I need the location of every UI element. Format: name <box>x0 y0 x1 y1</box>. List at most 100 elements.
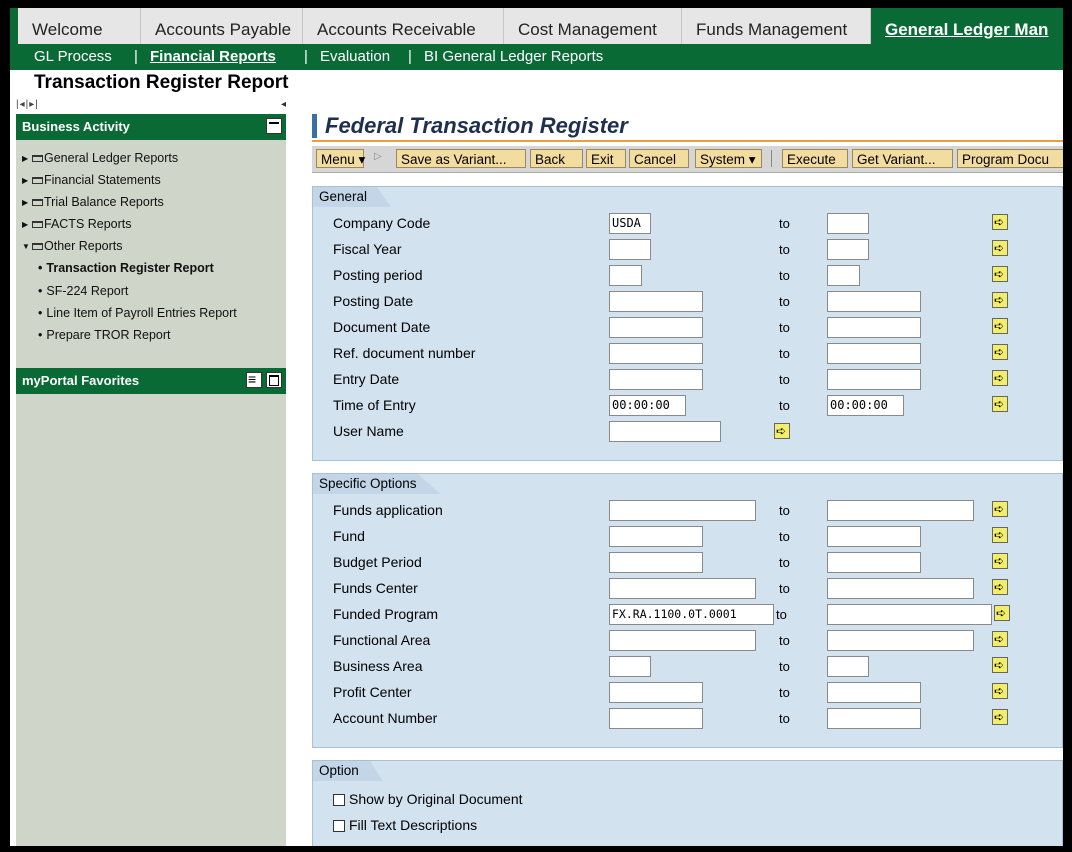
subnav-gl-process[interactable]: GL Process <box>34 44 112 70</box>
collapse-icon: ▼ <box>22 241 30 251</box>
multiple-selection-icon[interactable] <box>992 316 1008 336</box>
maximize-icon[interactable] <box>266 372 282 388</box>
back-button[interactable]: Back <box>530 149 583 168</box>
funds-center-from-input[interactable] <box>609 578 756 599</box>
nav-transaction-register-report[interactable]: Transaction Register Report <box>38 260 213 276</box>
posting-date-to-input[interactable] <box>827 291 921 312</box>
to-label: to <box>779 398 790 413</box>
budget-period-to-input[interactable] <box>827 552 921 573</box>
tab-accounts-receivable[interactable]: Accounts Receivable <box>303 8 504 44</box>
entry-date-to-input[interactable] <box>827 369 921 390</box>
multiple-selection-icon[interactable] <box>992 707 1008 727</box>
multiple-selection-icon[interactable] <box>994 603 1010 623</box>
to-label: to <box>779 372 790 387</box>
nav-tror-report[interactable]: Prepare TROR Report <box>38 327 170 343</box>
multiple-selection-icon[interactable] <box>992 368 1008 388</box>
profit-center-from-input[interactable] <box>609 682 703 703</box>
time-of-entry-from-input[interactable]: 00:00:00 <box>609 395 686 416</box>
multiple-selection-icon[interactable] <box>992 525 1008 545</box>
fiscal-year-from-input[interactable] <box>609 239 651 260</box>
multiple-selection-icon[interactable] <box>992 264 1008 284</box>
nav-general-ledger-reports[interactable]: ▶ General Ledger Reports <box>22 150 178 167</box>
checkbox-icon[interactable] <box>333 820 345 833</box>
budget-period-from-input[interactable] <box>609 552 703 573</box>
functional-area-from-input[interactable] <box>609 630 756 651</box>
fill-text-descriptions-checkbox[interactable]: Fill Text Descriptions <box>333 817 477 833</box>
funds-center-to-input[interactable] <box>827 578 974 599</box>
multiple-selection-icon[interactable] <box>992 238 1008 258</box>
history-nav[interactable]: |◂|▸| <box>16 99 39 110</box>
multiple-selection-icon[interactable] <box>992 551 1008 571</box>
document-date-to-input[interactable] <box>827 317 921 338</box>
multiple-selection-icon[interactable] <box>992 394 1008 414</box>
posting-period-from-input[interactable] <box>609 265 642 286</box>
funds-application-to-input[interactable] <box>827 500 974 521</box>
program-documentation-button[interactable]: Program Docu <box>957 149 1063 168</box>
nav-payroll-entries-report[interactable]: Line Item of Payroll Entries Report <box>38 305 236 321</box>
minimize-icon[interactable] <box>266 118 282 134</box>
entry-date-from-input[interactable] <box>609 369 703 390</box>
to-label: to <box>779 711 790 726</box>
exit-button[interactable]: Exit <box>586 149 626 168</box>
to-label: to <box>779 659 790 674</box>
business-area-from-input[interactable] <box>609 656 651 677</box>
multiple-selection-icon[interactable] <box>992 681 1008 701</box>
system-button[interactable]: System ▾ <box>695 149 762 168</box>
multiple-selection-icon[interactable] <box>992 577 1008 597</box>
fund-from-input[interactable] <box>609 526 703 547</box>
cancel-button[interactable]: Cancel <box>629 149 689 168</box>
menu-button[interactable]: Menu ▾ <box>316 149 365 168</box>
tab-welcome[interactable]: Welcome <box>18 8 141 44</box>
business-area-to-input[interactable] <box>827 656 869 677</box>
field-label: Functional Area <box>333 632 431 648</box>
multiple-selection-icon[interactable] <box>992 212 1008 232</box>
nav-facts-reports[interactable]: ▶ FACTS Reports <box>22 216 132 233</box>
app-window: Welcome Accounts Payable Accounts Receiv… <box>10 8 1063 846</box>
get-variant-button[interactable]: Get Variant... <box>852 149 953 168</box>
multiple-selection-icon[interactable] <box>992 290 1008 310</box>
list-icon[interactable] <box>246 367 262 391</box>
multiple-selection-icon[interactable] <box>992 499 1008 519</box>
document-date-from-input[interactable] <box>609 317 703 338</box>
multiple-selection-icon[interactable] <box>992 629 1008 649</box>
tab-general-ledger[interactable]: General Ledger Man <box>871 8 1063 44</box>
funded-program-from-input[interactable]: FX.RA.1100.0T.0001 <box>609 604 774 625</box>
subnav-financial-reports[interactable]: Financial Reports <box>150 44 276 70</box>
posting-date-from-input[interactable] <box>609 291 703 312</box>
multiple-selection-icon[interactable] <box>992 655 1008 675</box>
account-number-from-input[interactable] <box>609 708 703 729</box>
tab-funds-management[interactable]: Funds Management <box>682 8 871 44</box>
nav-other-reports[interactable]: ▼ Other Reports <box>22 238 123 255</box>
company-code-to-input[interactable] <box>827 213 869 234</box>
nav-financial-statements[interactable]: ▶ Financial Statements <box>22 172 161 189</box>
nav-trial-balance-reports[interactable]: ▶ Trial Balance Reports <box>22 194 164 211</box>
fiscal-year-to-input[interactable] <box>827 239 869 260</box>
functional-area-to-input[interactable] <box>827 630 974 651</box>
account-number-to-input[interactable] <box>827 708 921 729</box>
funded-program-to-input[interactable] <box>827 604 992 625</box>
multiple-selection-icon[interactable] <box>774 421 790 441</box>
posting-period-to-input[interactable] <box>827 265 860 286</box>
field-label: Budget Period <box>333 554 422 570</box>
ref-document-to-input[interactable] <box>827 343 921 364</box>
folder-icon <box>32 243 43 251</box>
multiple-selection-icon[interactable] <box>992 342 1008 362</box>
subnav-evaluation[interactable]: Evaluation <box>320 44 390 70</box>
execute-button[interactable]: Execute <box>782 149 848 168</box>
subnav-bi-gl-reports[interactable]: BI General Ledger Reports <box>424 44 603 70</box>
tab-cost-management[interactable]: Cost Management <box>504 8 682 44</box>
time-of-entry-to-input[interactable]: 00:00:00 <box>827 395 904 416</box>
tab-accounts-payable[interactable]: Accounts Payable <box>141 8 303 44</box>
nav-sf-224-report[interactable]: SF-224 Report <box>38 283 128 299</box>
checkbox-icon[interactable] <box>333 794 345 807</box>
sub-navigation: GL Process | Financial Reports | Evaluat… <box>10 44 1063 70</box>
fund-to-input[interactable] <box>827 526 921 547</box>
user-name-input[interactable] <box>609 421 721 442</box>
funds-application-from-input[interactable] <box>609 500 756 521</box>
show-by-original-document-checkbox[interactable]: Show by Original Document <box>333 791 523 807</box>
save-as-variant-button[interactable]: Save as Variant... <box>396 149 526 168</box>
ref-document-from-input[interactable] <box>609 343 703 364</box>
company-code-from-input[interactable]: USDA <box>609 213 651 234</box>
collapse-left-icon[interactable]: ◂ <box>281 99 286 110</box>
profit-center-to-input[interactable] <box>827 682 921 703</box>
